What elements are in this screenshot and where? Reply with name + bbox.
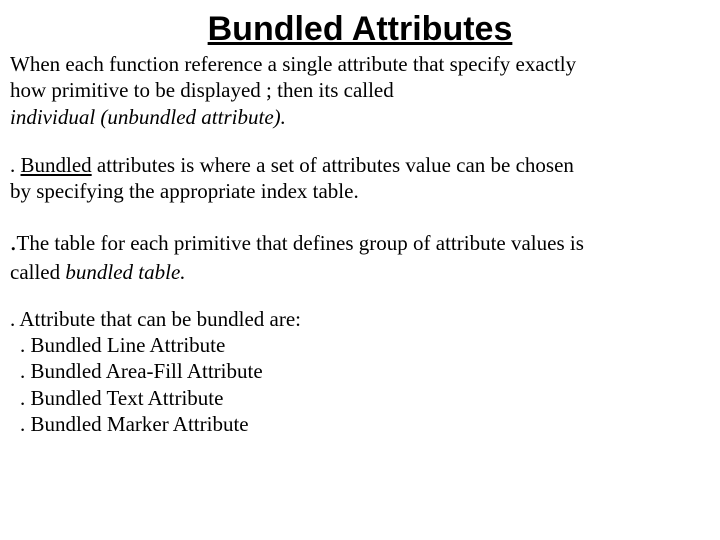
para1-line2: how primitive to be displayed ; then its… — [10, 78, 394, 102]
paragraph-3: .The table for each primitive that defin… — [8, 226, 712, 285]
paragraph-2: . Bundled attributes is where a set of a… — [8, 152, 712, 205]
list-heading: . Attribute that can be bundled are: — [10, 307, 712, 332]
list-item: . Bundled Text Attribute — [20, 385, 712, 411]
list-item: . Bundled Line Attribute — [20, 332, 712, 358]
list-item: . Bundled Area-Fill Attribute — [20, 358, 712, 384]
para3-line2b: bundled table. — [65, 260, 185, 284]
para2-term: Bundled — [21, 153, 92, 177]
paragraph-1: When each function reference a single at… — [8, 51, 712, 130]
para2-rest1: attributes is where a set of attributes … — [92, 153, 574, 177]
list-item: . Bundled Marker Attribute — [20, 411, 712, 437]
list-items: . Bundled Line Attribute . Bundled Area-… — [10, 332, 712, 437]
para2-line2: by specifying the appropriate index tabl… — [10, 179, 359, 203]
para3-line1: The table for each primitive that define… — [17, 231, 584, 255]
slide: Bundled Attributes When each function re… — [0, 0, 720, 437]
slide-title: Bundled Attributes — [8, 10, 712, 49]
para1-line3: individual (unbundled attribute). — [10, 105, 286, 129]
para1-line1: When each function reference a single at… — [10, 52, 576, 76]
bundled-list: . Attribute that can be bundled are: . B… — [8, 307, 712, 437]
para2-dot: . — [10, 153, 21, 177]
para3-line2a: called — [10, 260, 65, 284]
